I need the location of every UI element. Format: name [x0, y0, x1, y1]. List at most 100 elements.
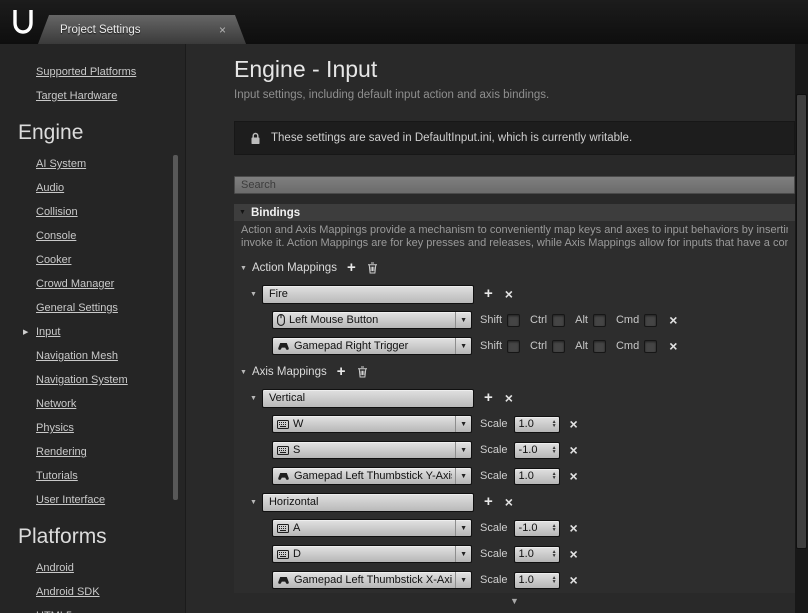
cmd-checkbox[interactable]	[644, 340, 657, 353]
remove-mapping-button[interactable]: ×	[505, 391, 513, 405]
shift-checkbox[interactable]	[507, 340, 520, 353]
key-select-dropdown[interactable]: S ▼	[272, 441, 472, 459]
spinner-icon[interactable]: ▲▼	[552, 472, 559, 481]
alt-checkbox[interactable]	[593, 314, 606, 327]
sidebar-item-navigation-system[interactable]: Navigation System	[36, 368, 185, 392]
remove-key-button[interactable]: ×	[669, 339, 677, 353]
remove-key-button[interactable]: ×	[570, 573, 578, 587]
sidebar-item-html5[interactable]: HTML5	[36, 604, 185, 613]
scale-input[interactable]: -1.0 ▲▼	[514, 442, 560, 459]
remove-key-button[interactable]: ×	[570, 443, 578, 457]
modifier-ctrl: Ctrl	[530, 340, 565, 353]
sidebar-item-android-sdk[interactable]: Android SDK	[36, 580, 185, 604]
expand-arrow-icon[interactable]: ▼	[250, 395, 257, 402]
modifier-ctrl: Ctrl	[530, 314, 565, 327]
key-select-value: Gamepad Left Thumbstick X-Axis	[294, 574, 452, 586]
sidebar-item-android[interactable]: Android	[36, 556, 185, 580]
shift-checkbox[interactable]	[507, 314, 520, 327]
key-select-dropdown[interactable]: Gamepad Left Thumbstick Y-Axis ▼	[272, 467, 472, 485]
sidebar-item-ai-system[interactable]: AI System	[36, 152, 185, 176]
sidebar-item-console[interactable]: Console	[36, 224, 185, 248]
mapping-name-input[interactable]: Horizontal	[262, 493, 474, 512]
trash-icon[interactable]	[367, 262, 378, 274]
scale-input[interactable]: -1.0 ▲▼	[514, 520, 560, 537]
spinner-icon[interactable]: ▲▼	[552, 524, 559, 533]
chevron-right-icon: ▶	[23, 328, 28, 336]
action-mappings-label: Action Mappings	[252, 262, 337, 274]
sidebar-item-supported-platforms[interactable]: Supported Platforms	[36, 60, 185, 84]
ctrl-checkbox[interactable]	[552, 314, 565, 327]
cmd-checkbox[interactable]	[644, 314, 657, 327]
sidebar-item-physics[interactable]: Physics	[36, 416, 185, 440]
remove-key-button[interactable]: ×	[570, 417, 578, 431]
axis-key-row: S ▼ Scale -1.0 ▲▼ ×	[272, 441, 795, 459]
key-select-dropdown[interactable]: Gamepad Left Thumbstick X-Axis ▼	[272, 571, 472, 589]
remove-key-button[interactable]: ×	[570, 547, 578, 561]
key-select-dropdown[interactable]: D ▼	[272, 545, 472, 563]
chevron-down-icon: ▼	[455, 338, 471, 354]
key-select-dropdown[interactable]: W ▼	[272, 415, 472, 433]
expand-arrow-icon[interactable]: ▼	[240, 369, 247, 376]
add-key-button[interactable]: +	[484, 495, 493, 509]
axis-mapping-group-vertical: ▼ Vertical + ×	[250, 389, 795, 407]
sidebar-item-user-interface[interactable]: User Interface	[36, 488, 185, 512]
remove-key-button[interactable]: ×	[570, 469, 578, 483]
remove-mapping-button[interactable]: ×	[505, 495, 513, 509]
sidebar-item-audio[interactable]: Audio	[36, 176, 185, 200]
ctrl-checkbox[interactable]	[552, 340, 565, 353]
remove-mapping-button[interactable]: ×	[505, 287, 513, 301]
cmd-label: Cmd	[616, 314, 639, 326]
sidebar-item-tutorials[interactable]: Tutorials	[36, 464, 185, 488]
sidebar-item-input[interactable]: ▶ Input	[0, 320, 185, 344]
add-key-button[interactable]: +	[484, 391, 493, 405]
alt-checkbox[interactable]	[593, 340, 606, 353]
bindings-description-line1: Action and Axis Mappings provide a mecha…	[241, 224, 788, 237]
expand-arrow-icon[interactable]: ▼	[250, 291, 257, 298]
sidebar-item-cooker[interactable]: Cooker	[36, 248, 185, 272]
main-scrollbar-track[interactable]	[795, 44, 808, 613]
scale-input[interactable]: 1.0 ▲▼	[514, 546, 560, 563]
tab-project-settings[interactable]: Project Settings ×	[38, 15, 246, 44]
add-key-button[interactable]: +	[484, 287, 493, 301]
tab-close-icon[interactable]: ×	[219, 23, 226, 37]
titlebar: Project Settings ×	[0, 0, 808, 44]
main-scrollbar-thumb[interactable]	[796, 94, 807, 549]
sidebar-item-network[interactable]: Network	[36, 392, 185, 416]
sidebar-scrollbar[interactable]	[173, 155, 178, 500]
expand-arrow-icon[interactable]: ▼	[240, 265, 247, 272]
search-input[interactable]	[234, 176, 795, 194]
page-title: Engine - Input	[234, 56, 795, 82]
spinner-icon[interactable]: ▲▼	[552, 446, 559, 455]
scale-input[interactable]: 1.0 ▲▼	[514, 416, 560, 433]
key-select-dropdown[interactable]: Left Mouse Button ▼	[272, 311, 472, 329]
sidebar-item-collision[interactable]: Collision	[36, 200, 185, 224]
remove-key-button[interactable]: ×	[669, 313, 677, 327]
add-axis-mapping-button[interactable]: +	[337, 365, 346, 379]
trash-icon[interactable]	[357, 366, 368, 378]
scroll-more-indicator-icon[interactable]: ▼	[234, 596, 795, 606]
scale-input[interactable]: 1.0 ▲▼	[514, 468, 560, 485]
add-action-mapping-button[interactable]: +	[347, 261, 356, 275]
key-select-dropdown[interactable]: A ▼	[272, 519, 472, 537]
scale-input[interactable]: 1.0 ▲▼	[514, 572, 560, 589]
sidebar-item-target-hardware[interactable]: Target Hardware	[36, 84, 185, 108]
bindings-section-header[interactable]: ▼ Bindings	[234, 204, 795, 221]
mapping-name-input[interactable]: Fire	[262, 285, 474, 304]
sidebar-item-general-settings[interactable]: General Settings	[36, 296, 185, 320]
spinner-icon[interactable]: ▲▼	[552, 420, 559, 429]
chevron-down-icon: ▼	[455, 442, 471, 458]
remove-key-button[interactable]: ×	[570, 521, 578, 535]
mapping-name-input[interactable]: Vertical	[262, 389, 474, 408]
spinner-icon[interactable]: ▲▼	[552, 550, 559, 559]
modifier-shift: Shift	[480, 340, 520, 353]
sidebar-item-rendering[interactable]: Rendering	[36, 440, 185, 464]
sidebar-item-crowd-manager[interactable]: Crowd Manager	[36, 272, 185, 296]
sidebar-item-navigation-mesh[interactable]: Navigation Mesh	[36, 344, 185, 368]
axis-key-row: A ▼ Scale -1.0 ▲▼ ×	[272, 519, 795, 537]
modifier-cmd: Cmd	[616, 340, 657, 353]
key-select-dropdown[interactable]: Gamepad Right Trigger ▼	[272, 337, 472, 355]
expand-arrow-icon[interactable]: ▼	[250, 499, 257, 506]
modifier-shift: Shift	[480, 314, 520, 327]
mapping-name-value: Horizontal	[269, 496, 319, 508]
spinner-icon[interactable]: ▲▼	[552, 576, 559, 585]
